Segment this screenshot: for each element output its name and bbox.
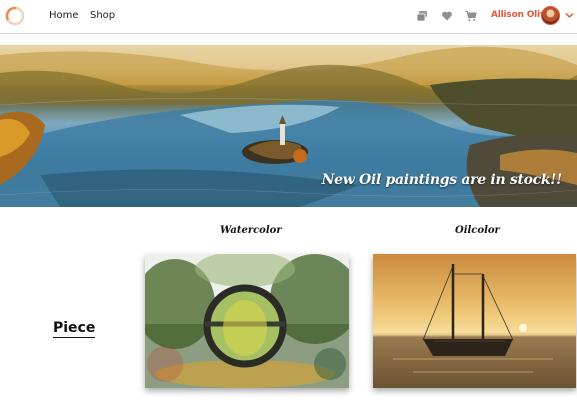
column-title-oilcolor: Oilcolor bbox=[455, 225, 500, 236]
logo-icon[interactable] bbox=[4, 5, 26, 27]
row-label-piece: Piece bbox=[53, 320, 96, 338]
nav-home-link[interactable]: Home bbox=[49, 10, 79, 21]
column-title-watercolor: Watercolor bbox=[220, 225, 282, 236]
top-navbar: Home Shop Allison Olivia bbox=[0, 0, 577, 34]
banner-caption: New Oil paintings are in stock!! bbox=[321, 172, 563, 188]
stack-icon[interactable] bbox=[416, 10, 428, 22]
avatar[interactable] bbox=[541, 6, 560, 25]
cart-icon[interactable] bbox=[465, 10, 477, 22]
hero-banner[interactable]: New Oil paintings are in stock!! bbox=[0, 45, 577, 207]
oil-sailboat-painting[interactable] bbox=[373, 254, 576, 388]
nav-shop-link[interactable]: Shop bbox=[90, 10, 115, 21]
chevron-down-icon[interactable] bbox=[565, 12, 574, 19]
heart-icon[interactable] bbox=[441, 10, 453, 22]
watercolor-bridge-painting[interactable] bbox=[145, 254, 349, 388]
